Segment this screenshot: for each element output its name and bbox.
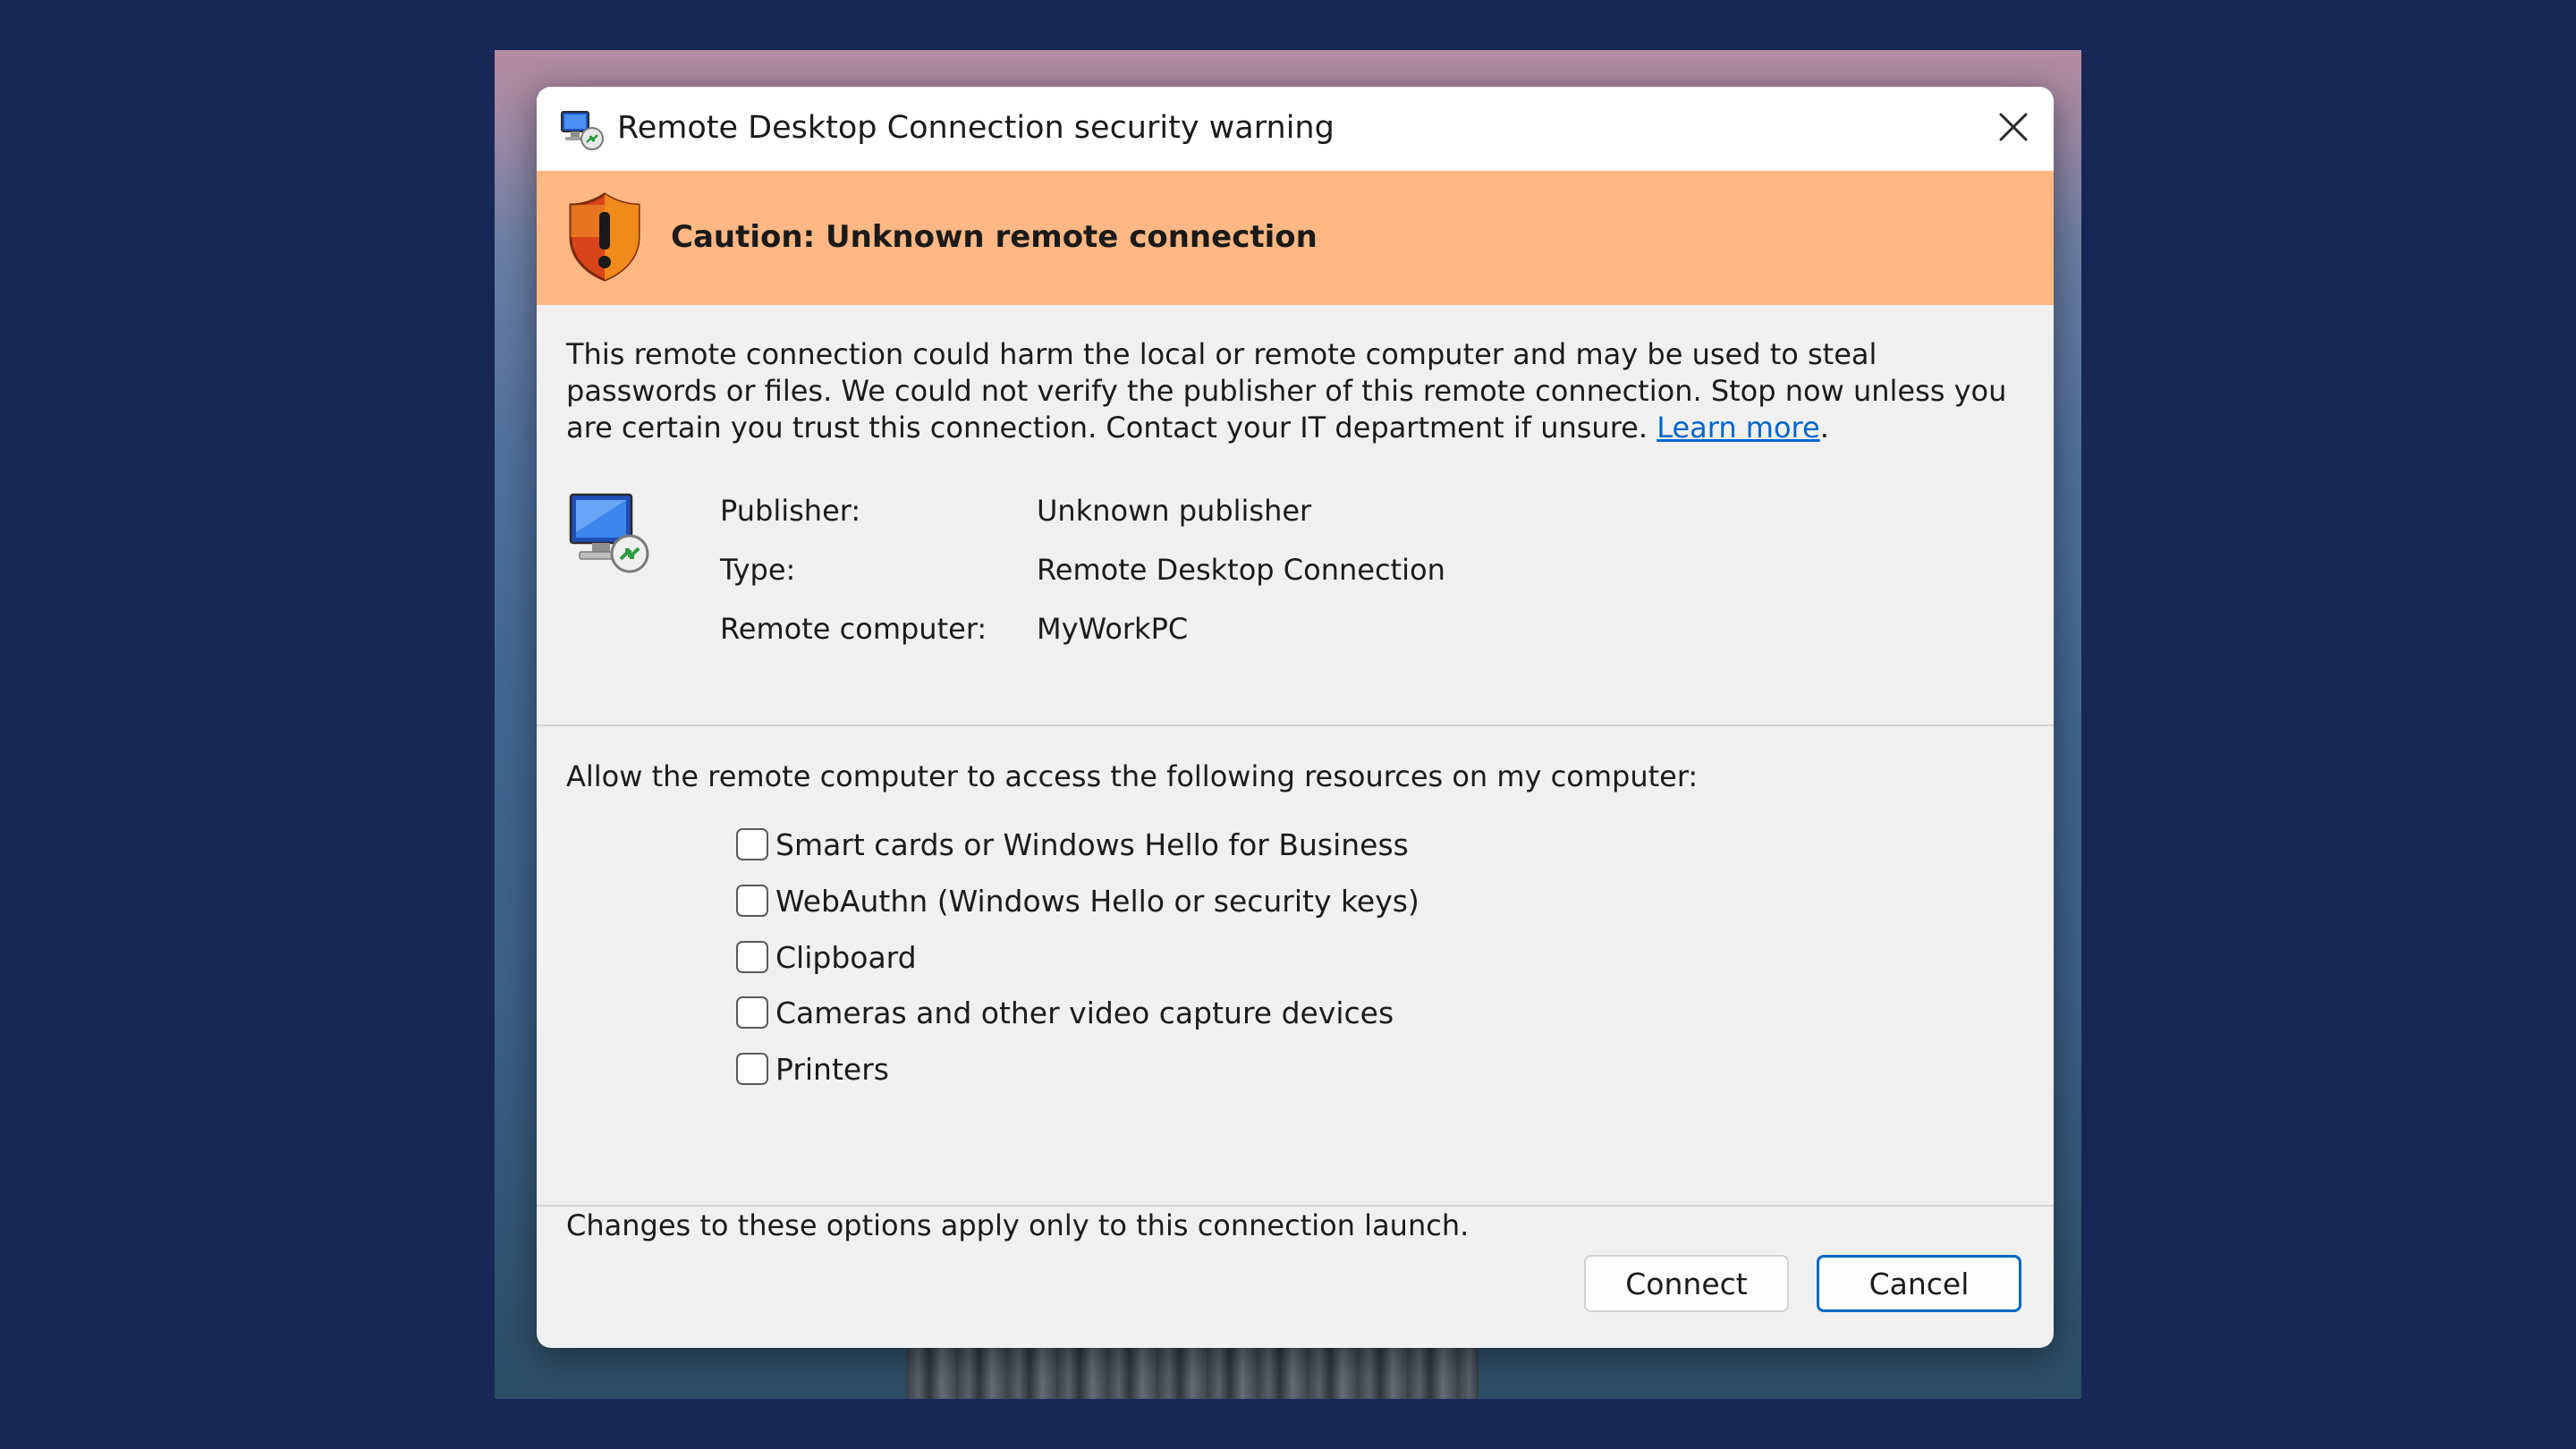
connect-button[interactable]: Connect [1584,1255,1789,1312]
checkbox[interactable] [736,885,768,917]
caution-banner: Caution: Unknown remote connection [537,171,2054,305]
option-label: Cameras and other video capture devices [775,995,1394,1030]
remote-computer-label: Remote computer: [720,612,987,646]
warning-message: This remote connection could harm the lo… [566,336,2015,446]
learn-more-link[interactable]: Learn more [1657,411,1820,445]
option-smart-cards[interactable]: Smart cards or Windows Hello for Busines… [736,825,1409,864]
option-label: WebAuthn (Windows Hello or security keys… [775,883,1419,919]
dialog-title: Remote Desktop Connection security warni… [617,110,1335,146]
resources-heading: Allow the remote computer to access the … [566,759,1699,793]
shield-warning-icon [569,192,640,282]
option-label: Printers [775,1051,889,1087]
wallpaper-pier [906,1347,1479,1399]
checkbox[interactable] [736,996,768,1029]
warning-trailing: . [1819,411,1829,445]
section-divider [537,724,2054,726]
option-webauthn[interactable]: WebAuthn (Windows Hello or security keys… [736,881,1419,920]
option-label: Smart cards or Windows Hello for Busines… [775,826,1409,862]
publisher-value: Unknown publisher [1037,494,1312,528]
title-bar: Remote Desktop Connection security warni… [537,87,2054,171]
option-label: Clipboard [775,939,917,975]
type-label: Type: [720,553,796,587]
remote-computer-icon [569,493,649,573]
option-printers[interactable]: Printers [736,1049,889,1089]
security-warning-dialog: Remote Desktop Connection security warni… [537,87,2054,1348]
options-footnote: Changes to these options apply only to t… [566,1208,1470,1242]
type-value: Remote Desktop Connection [1037,553,1445,587]
publisher-label: Publisher: [720,494,861,528]
option-cameras[interactable]: Cameras and other video capture devices [736,993,1394,1032]
close-button[interactable] [1991,105,2036,149]
checkbox[interactable] [736,1053,768,1085]
caution-heading: Caution: Unknown remote connection [671,219,1318,255]
checkbox[interactable] [736,828,768,860]
cancel-button[interactable]: Cancel [1817,1255,2021,1312]
remote-computer-value: MyWorkPC [1037,612,1189,646]
option-clipboard[interactable]: Clipboard [736,937,917,977]
button-divider [537,1205,2054,1207]
remote-desktop-icon [561,111,604,150]
checkbox[interactable] [736,941,768,973]
close-icon [1999,113,2028,141]
